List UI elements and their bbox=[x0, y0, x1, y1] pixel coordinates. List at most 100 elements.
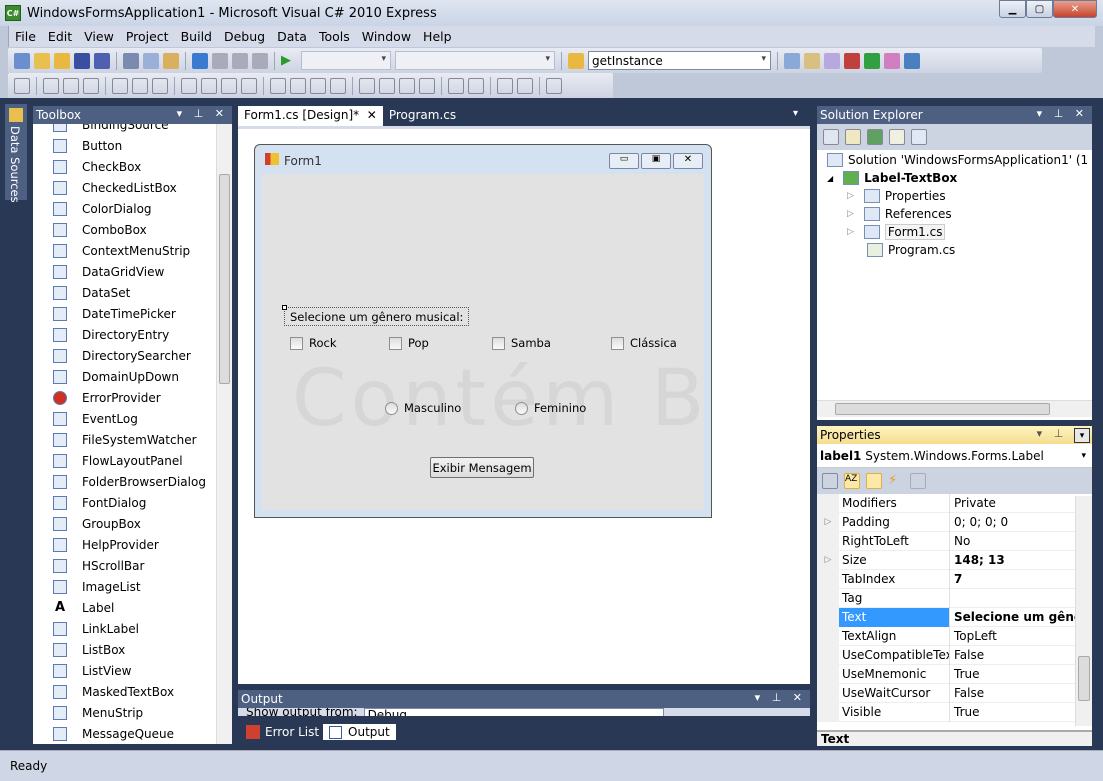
alphabetical-icon[interactable]: AZ bbox=[844, 473, 860, 489]
form1-window[interactable]: Form1 ▭ ▣ ✕ Contém Bits Selecione um gên… bbox=[254, 144, 712, 518]
make-same-size-icon[interactable] bbox=[221, 77, 237, 94]
align-centers-icon[interactable] bbox=[63, 77, 79, 94]
find-in-files-icon[interactable] bbox=[568, 52, 584, 69]
toolbox-item-datagridview[interactable]: DataGridView bbox=[33, 261, 232, 282]
toolbox-item-contextmenustrip[interactable]: ContextMenuStrip bbox=[33, 240, 232, 261]
align-lefts-icon[interactable] bbox=[43, 77, 59, 94]
make-same-height-icon[interactable] bbox=[201, 77, 217, 94]
platform-combo[interactable]: ▾ bbox=[395, 51, 555, 70]
extension-manager-icon[interactable] bbox=[884, 52, 900, 69]
tab-output[interactable]: Output bbox=[323, 724, 396, 740]
tree-project[interactable]: ◢ Label-TextBox bbox=[827, 169, 957, 187]
property-value[interactable]: TopLeft bbox=[950, 627, 1075, 646]
align-rights-icon[interactable] bbox=[83, 77, 99, 94]
tree-program-cs[interactable]: Program.cs bbox=[867, 241, 955, 259]
property-value[interactable]: 7 bbox=[950, 570, 1075, 589]
center-horizontally-icon[interactable] bbox=[448, 77, 464, 94]
panel-controls[interactable]: ▾ ⊥ ✕ bbox=[177, 107, 228, 120]
property-value[interactable] bbox=[950, 589, 1075, 608]
tree-properties[interactable]: ▷ Properties bbox=[847, 187, 946, 205]
toolbox-item-datetimepicker[interactable]: DateTimePicker bbox=[33, 303, 232, 324]
dropdown-arrow-icon[interactable]: ▾ bbox=[1074, 428, 1090, 443]
add-item-icon[interactable] bbox=[34, 52, 50, 69]
property-row-righttoleft[interactable]: RightToLeft No bbox=[817, 531, 1075, 551]
toolbox-item-button[interactable]: Button bbox=[33, 135, 232, 156]
redo-icon[interactable] bbox=[212, 52, 228, 69]
align-middles-icon[interactable] bbox=[132, 77, 148, 94]
cut-icon[interactable] bbox=[123, 52, 139, 69]
make-same-width-icon[interactable] bbox=[181, 77, 197, 94]
checkbox-rock[interactable]: Rock bbox=[290, 336, 337, 350]
configuration-combo[interactable]: ▾ bbox=[301, 51, 391, 70]
property-value[interactable]: 0; 0; 0; 0 bbox=[950, 513, 1075, 532]
menu-file[interactable]: File bbox=[9, 29, 42, 44]
property-value[interactable]: True bbox=[950, 703, 1075, 722]
tab-form1-design[interactable]: Form1.cs [Design]* ✕ bbox=[238, 106, 383, 126]
toolbox-item-groupbox[interactable]: GroupBox bbox=[33, 513, 232, 534]
tab-program-cs[interactable]: Program.cs bbox=[383, 106, 462, 126]
property-row-text[interactable]: TextSelecione um gênero musical: ▾ bbox=[817, 428, 1090, 627]
toolbox-item-imagelist[interactable]: ImageList bbox=[33, 576, 232, 597]
toolbox-item-folderbrowserdialog[interactable]: FolderBrowserDialog bbox=[33, 471, 232, 492]
property-value[interactable]: True bbox=[950, 665, 1075, 684]
menu-data[interactable]: Data bbox=[271, 29, 313, 44]
property-row-usecompatibletextrendering[interactable]: UseCompatibleTextRenderingFalse bbox=[817, 645, 1075, 665]
h-spacing-decrease-icon[interactable] bbox=[310, 77, 326, 94]
property-row-visible[interactable]: Visible True bbox=[817, 702, 1075, 722]
property-value[interactable]: No bbox=[950, 532, 1075, 551]
radio-feminino[interactable]: Feminino bbox=[515, 401, 586, 415]
toolbox-item-label[interactable]: A Label bbox=[33, 597, 232, 618]
toolbox-item-eventlog[interactable]: EventLog bbox=[33, 408, 232, 429]
tree-solution[interactable]: Solution 'WindowsFormsApplication1' (1 p… bbox=[827, 151, 1092, 169]
tree-references[interactable]: ▷ References bbox=[847, 205, 952, 223]
expand-icon[interactable]: ▷ bbox=[817, 512, 839, 532]
toolbox-item-checkedlistbox[interactable]: CheckedListBox bbox=[33, 177, 232, 198]
expand-icon[interactable]: ▷ bbox=[847, 227, 854, 237]
toolbox-item-flowlayoutpanel[interactable]: FlowLayoutPanel bbox=[33, 450, 232, 471]
v-spacing-equal-icon[interactable] bbox=[359, 77, 375, 94]
toolbox-item-listbox[interactable]: ListBox bbox=[33, 639, 232, 660]
toolbox-item-errorprovider[interactable]: ErrorProvider bbox=[33, 387, 232, 408]
close-button[interactable]: ✕ bbox=[1053, 0, 1097, 18]
toolbox-item-directoryentry[interactable]: DirectoryEntry bbox=[33, 324, 232, 345]
start-page-icon[interactable] bbox=[864, 52, 880, 69]
tools-icon[interactable] bbox=[844, 52, 860, 69]
find-combo[interactable]: getInstance ▾ bbox=[588, 51, 771, 70]
toolbox-item-menustrip[interactable]: MenuStrip bbox=[33, 702, 232, 723]
copy-icon[interactable] bbox=[143, 52, 159, 69]
start-debugging-icon[interactable]: ▶ bbox=[281, 53, 297, 69]
scroll-thumb[interactable] bbox=[835, 403, 1050, 415]
toolbox-item-checkbox[interactable]: CheckBox bbox=[33, 156, 232, 177]
show-all-files-icon[interactable] bbox=[845, 129, 861, 145]
scroll-thumb[interactable] bbox=[219, 174, 230, 384]
minimize-button[interactable]: ▁ bbox=[999, 0, 1026, 18]
align-bottoms-icon[interactable] bbox=[152, 77, 168, 94]
find-icon[interactable] bbox=[784, 52, 800, 69]
maximize-button[interactable]: ▢ bbox=[1026, 0, 1053, 18]
property-value[interactable]: Selecione um gênero musical: bbox=[950, 608, 1075, 627]
send-to-back-icon[interactable] bbox=[517, 77, 533, 94]
menu-view[interactable]: View bbox=[78, 29, 120, 44]
object-browser-icon[interactable] bbox=[824, 52, 840, 69]
property-row-textalign[interactable]: TextAlign TopLeft bbox=[817, 626, 1075, 646]
toolbox-item-messagequeue[interactable]: MessageQueue bbox=[33, 723, 232, 744]
new-project-icon[interactable] bbox=[14, 52, 30, 69]
save-icon[interactable] bbox=[74, 52, 90, 69]
menu-project[interactable]: Project bbox=[120, 29, 175, 44]
view-code-icon[interactable] bbox=[889, 129, 905, 145]
expand-icon[interactable]: ▷ bbox=[847, 209, 854, 219]
align-to-grid-icon[interactable] bbox=[14, 77, 30, 94]
selection-handle[interactable] bbox=[282, 305, 287, 310]
toolbox-item-fontdialog[interactable]: FontDialog bbox=[33, 492, 232, 513]
property-value[interactable]: False bbox=[950, 684, 1075, 703]
web-browser-icon[interactable] bbox=[904, 52, 920, 69]
checkbox-pop[interactable]: Pop bbox=[389, 336, 429, 350]
checkbox-samba[interactable]: Samba bbox=[492, 336, 551, 350]
toolbox-item-directorysearcher[interactable]: DirectorySearcher bbox=[33, 345, 232, 366]
property-row-padding[interactable]: ▷ Padding 0; 0; 0; 0 bbox=[817, 512, 1075, 532]
undo-icon[interactable] bbox=[192, 52, 208, 69]
expand-icon[interactable]: ▷ bbox=[817, 550, 839, 570]
categorized-icon[interactable] bbox=[822, 473, 838, 489]
v-spacing-decrease-icon[interactable] bbox=[399, 77, 415, 94]
property-row-tag[interactable]: Tag bbox=[817, 588, 1075, 608]
